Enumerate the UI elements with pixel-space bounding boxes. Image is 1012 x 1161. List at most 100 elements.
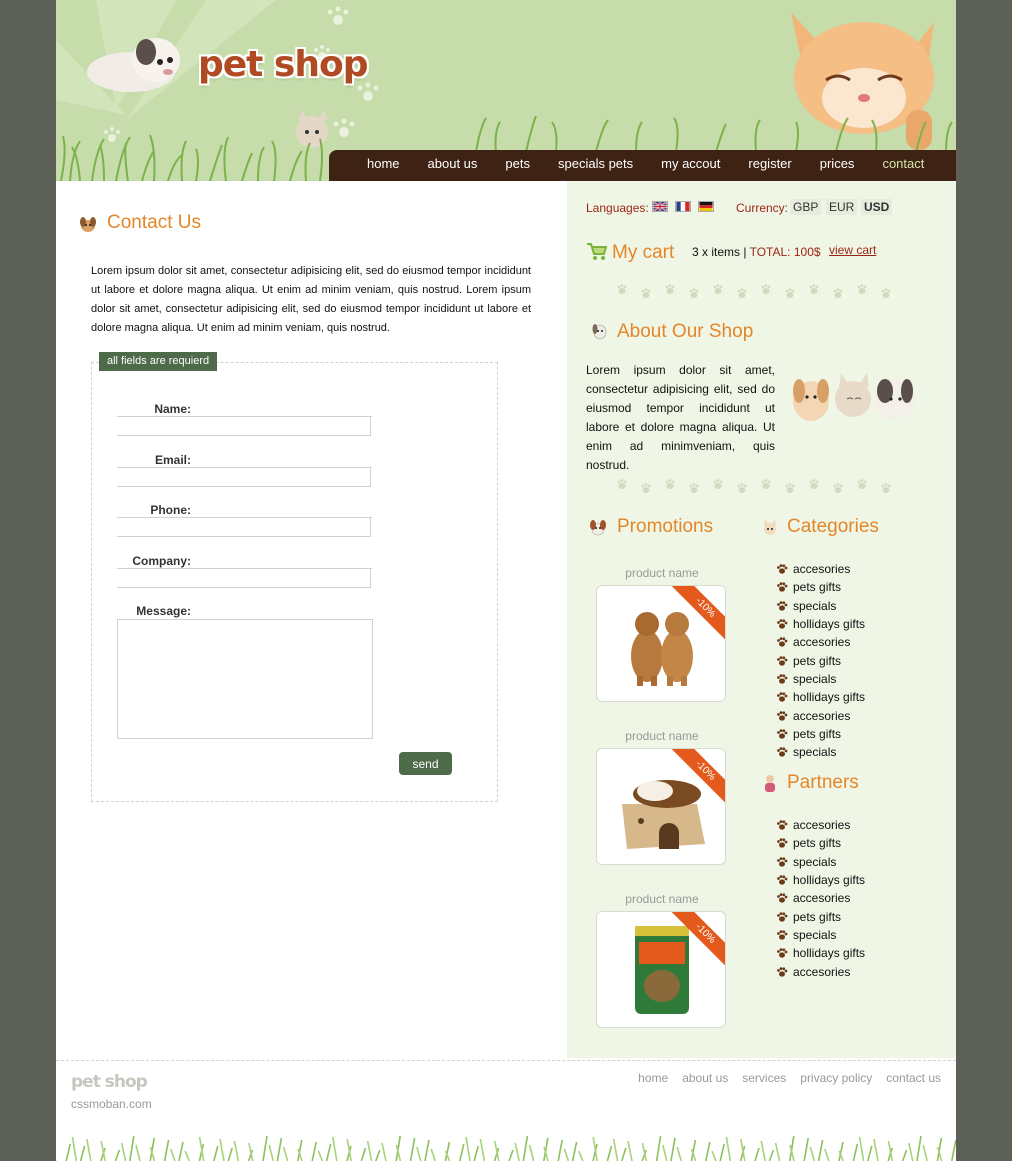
product-card[interactable]: -10% (596, 748, 726, 865)
email-field[interactable] (117, 468, 371, 487)
product-card[interactable]: -10% (596, 585, 726, 702)
currency-usd[interactable]: USD (861, 199, 893, 215)
nav-item-prices[interactable]: prices (806, 150, 869, 178)
list-item-label: specials (793, 671, 837, 686)
partners-title: Partners (787, 772, 859, 793)
kitten-illustration (791, 12, 934, 150)
product-name[interactable]: product name (597, 892, 727, 906)
footer-link-about-us[interactable]: about us (682, 1071, 728, 1085)
paw-icon (777, 582, 788, 593)
phone-field[interactable] (117, 518, 371, 537)
partners-list: accesories pets gifts specials hollidays gi… (776, 816, 865, 981)
contact-intro-text: Lorem ipsum dolor sit amet, consectetur … (91, 265, 531, 334)
list-item[interactable]: specials (776, 926, 865, 944)
list-item-label: specials (793, 745, 837, 760)
list-item-label: pets gifts (793, 836, 842, 851)
name-label: Name: (154, 402, 191, 416)
footer-divider (56, 1060, 956, 1061)
list-item[interactable]: specials (776, 597, 865, 615)
product-card[interactable]: -10% (596, 911, 726, 1028)
list-item[interactable]: pets gifts (776, 578, 865, 596)
list-item-label: specials (793, 854, 837, 869)
footer-link-contact-us[interactable]: contact us (886, 1071, 941, 1085)
sidebar: Languages: Currency: GBP EUR USD My cart… (567, 181, 956, 1058)
product-name[interactable]: product name (597, 729, 727, 743)
send-button[interactable]: send (399, 752, 452, 775)
currency-gbp[interactable]: GBP (790, 199, 822, 215)
list-item[interactable]: accesories (776, 633, 865, 651)
promotions-title: Promotions (617, 516, 714, 537)
list-item[interactable]: accesories (776, 962, 865, 980)
paw-icon (777, 856, 788, 867)
message-field[interactable] (117, 619, 373, 739)
dog-icon (592, 324, 607, 340)
list-item[interactable]: pets gifts (776, 834, 865, 852)
list-item-label: pets gifts (793, 653, 842, 668)
paw-icon (777, 710, 788, 721)
list-item[interactable]: hollidays gifts (776, 871, 865, 889)
page: pet shop home about us pets specials pets my… (56, 0, 956, 1161)
list-item-label: pets gifts (793, 580, 842, 595)
nav-item-contact[interactable]: contact (868, 150, 938, 178)
footer-logo[interactable]: pet shop (71, 1072, 148, 1092)
phone-label: Phone: (150, 503, 191, 517)
name-field[interactable] (117, 417, 371, 436)
header: pet shop home about us pets specials pets my… (56, 0, 956, 181)
list-item[interactable]: hollidays gifts (776, 615, 865, 633)
germany-flag-icon[interactable] (698, 201, 714, 212)
nav-item-specials-pets[interactable]: specials pets (544, 150, 647, 178)
list-item[interactable]: accesories (776, 816, 865, 834)
paw-icon (777, 820, 788, 830)
uk-flag-icon[interactable] (652, 201, 668, 212)
footer-link-privacy-policy[interactable]: privacy policy (800, 1071, 872, 1085)
list-item[interactable]: pets gifts (776, 725, 865, 743)
footer-nav: home about us services privacy policy contac… (624, 1071, 941, 1085)
paw-icon (777, 875, 788, 885)
nav-item-register[interactable]: register (734, 150, 805, 178)
cart-title: My cart (612, 242, 675, 263)
list-item[interactable]: specials (776, 670, 865, 688)
paw-divider (617, 479, 891, 493)
list-item[interactable]: hollidays gifts (776, 944, 865, 962)
puppy-icon (590, 520, 606, 536)
categories-list: accesories pets gifts specials hollidays gi… (776, 560, 865, 761)
site-logo[interactable]: pet shop (198, 44, 368, 85)
cart-items: 3 x items (692, 245, 741, 259)
footer-link-services[interactable]: services (742, 1071, 786, 1085)
list-item[interactable]: pets gifts (776, 651, 865, 669)
email-label: Email: (154, 453, 191, 467)
list-item[interactable]: accesories (776, 560, 865, 578)
page-title: Contact Us (107, 212, 201, 233)
footer-link-home[interactable]: home (638, 1071, 668, 1085)
paw-icon (777, 911, 788, 922)
nav-item-home[interactable]: home (353, 150, 414, 178)
about-text: Lorem ipsum dolor sit amet, consectetur … (586, 363, 775, 472)
list-item[interactable]: pets gifts (776, 907, 865, 925)
nav-item-my-accout[interactable]: my accout (647, 150, 734, 178)
list-item[interactable]: hollidays gifts (776, 688, 865, 706)
nav-item-pets[interactable]: pets (491, 150, 544, 178)
france-flag-icon[interactable] (675, 201, 691, 212)
nav-item-about-us[interactable]: about us (414, 150, 492, 178)
list-item-label: hollidays gifts (793, 690, 866, 705)
view-cart-link[interactable]: view cart (829, 243, 876, 257)
currency-eur[interactable]: EUR (826, 199, 858, 215)
paw-icon (777, 930, 788, 940)
company-field[interactable] (117, 569, 371, 588)
list-item[interactable]: specials (776, 743, 865, 761)
about-title: About Our Shop (617, 321, 754, 342)
pets-illustration (793, 373, 915, 421)
list-item-label: pets gifts (793, 909, 842, 924)
paw-icon (777, 893, 788, 903)
list-item[interactable]: specials (776, 853, 865, 871)
cart-summary: 3 x items | TOTAL: 100$ (692, 245, 821, 259)
footer-site[interactable]: cssmoban.com (71, 1097, 152, 1111)
list-item[interactable]: accesories (776, 889, 865, 907)
list-item-label: hollidays gifts (793, 873, 866, 888)
list-item-label: accesories (793, 818, 851, 833)
list-item[interactable]: accesories (776, 706, 865, 724)
product-name[interactable]: product name (597, 566, 727, 580)
list-item-label: accesories (793, 635, 851, 650)
languages-label: Languages: (586, 201, 649, 215)
list-item-label: specials (793, 927, 837, 942)
